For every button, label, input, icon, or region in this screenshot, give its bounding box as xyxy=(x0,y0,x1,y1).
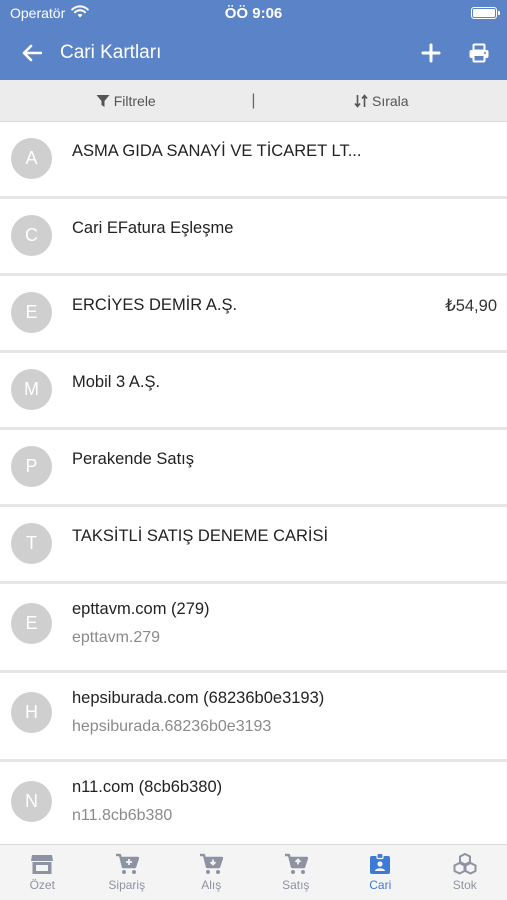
page-title: Cari Kartları xyxy=(60,42,162,63)
tab-alis[interactable]: Alış xyxy=(169,845,254,900)
filter-icon xyxy=(96,94,110,107)
cart-upload-icon xyxy=(284,853,308,874)
add-button[interactable] xyxy=(417,39,445,67)
nav-bar: Cari Kartları xyxy=(0,30,507,76)
status-time: ÖÖ 9:06 xyxy=(224,4,283,22)
avatar: T xyxy=(11,523,52,564)
battery-icon xyxy=(471,7,500,19)
printer-icon xyxy=(469,43,489,63)
avatar: H xyxy=(11,692,52,733)
filter-button[interactable]: Filtrele xyxy=(0,93,251,109)
list-item[interactable]: T TAKSİTLİ SATIŞ DENEME CARİSİ xyxy=(0,507,507,584)
list-item[interactable]: N n11.com (8cb6b380) n11.8cb6b380 xyxy=(0,762,507,844)
cart-download-icon xyxy=(200,853,224,874)
sort-icon xyxy=(354,93,368,108)
tab-label: Stok xyxy=(452,878,477,892)
list-item[interactable]: M Mobil 3 A.Ş. xyxy=(0,353,507,430)
list-item[interactable]: C Cari EFatura Eşleşme xyxy=(0,199,507,276)
sort-label: Sırala xyxy=(372,92,409,109)
avatar: A xyxy=(11,138,52,179)
tab-stok[interactable]: Stok xyxy=(423,845,507,900)
tab-label: Sipariş xyxy=(108,878,146,892)
item-title: TAKSİTLİ SATIŞ DENEME CARİSİ xyxy=(72,527,329,545)
cart-icon xyxy=(115,853,139,874)
filter-label: Filtrele xyxy=(113,92,156,109)
avatar: C xyxy=(11,215,52,256)
boxes-icon xyxy=(453,853,477,875)
item-title: epttavm.com (279) xyxy=(72,600,210,618)
tab-label: Satış xyxy=(282,878,310,892)
avatar: E xyxy=(11,292,52,333)
plus-icon xyxy=(421,43,441,63)
avatar: P xyxy=(11,446,52,487)
print-button[interactable] xyxy=(465,39,493,67)
item-subtitle: hepsiburada.68236b0e3193 xyxy=(72,718,272,735)
avatar: N xyxy=(11,781,52,822)
item-title: n11.com (8cb6b380) xyxy=(72,778,223,796)
item-subtitle: n11.8cb6b380 xyxy=(72,807,173,824)
item-subtitle: epttavm.279 xyxy=(72,629,161,646)
sort-button[interactable]: Sırala xyxy=(256,93,507,109)
list-item[interactable]: H hepsiburada.com (68236b0e3193) hepsibu… xyxy=(0,673,507,762)
filter-sort-toolbar: Filtrele | Sırala xyxy=(0,80,507,122)
back-button[interactable] xyxy=(14,35,50,71)
list-item[interactable]: E epttavm.com (279) epttavm.279 xyxy=(0,584,507,673)
app-header: Operatör ÖÖ 9:06 Cari Kartları xyxy=(0,0,507,80)
tab-label: Cari xyxy=(369,878,392,892)
tab-bar: Özet Sipariş Alış Satış Cari Stok xyxy=(0,844,507,900)
nav-actions xyxy=(417,39,493,67)
arrow-left-icon xyxy=(22,44,42,62)
tab-ozet[interactable]: Özet xyxy=(0,845,85,900)
id-badge-icon xyxy=(370,853,391,874)
list-item[interactable]: A ASMA GIDA SANAYİ VE TİCARET LT... xyxy=(0,122,507,199)
item-title: ASMA GIDA SANAYİ VE TİCARET LT... xyxy=(72,142,362,160)
avatar: M xyxy=(11,369,52,410)
item-title: Perakende Satış xyxy=(72,450,194,468)
tab-satis[interactable]: Satış xyxy=(254,845,339,900)
tab-label: Özet xyxy=(29,878,55,892)
tab-siparis[interactable]: Sipariş xyxy=(85,845,170,900)
item-title: Mobil 3 A.Ş. xyxy=(72,373,161,391)
item-title: hepsiburada.com (68236b0e3193) xyxy=(72,689,325,707)
item-title: ERCİYES DEMİR A.Ş. xyxy=(72,296,238,314)
avatar: E xyxy=(11,603,52,644)
status-bar: Operatör ÖÖ 9:06 xyxy=(0,0,507,26)
item-balance: ₺54,90 xyxy=(445,297,497,315)
tab-cari[interactable]: Cari xyxy=(338,845,423,900)
list-item[interactable]: P Perakende Satış xyxy=(0,430,507,507)
account-list: A ASMA GIDA SANAYİ VE TİCARET LT... C Ca… xyxy=(0,122,507,844)
item-title: Cari EFatura Eşleşme xyxy=(72,219,234,237)
store-icon xyxy=(31,855,54,874)
list-item[interactable]: E ERCİYES DEMİR A.Ş. ₺54,90 xyxy=(0,276,507,353)
tab-label: Alış xyxy=(201,878,222,892)
